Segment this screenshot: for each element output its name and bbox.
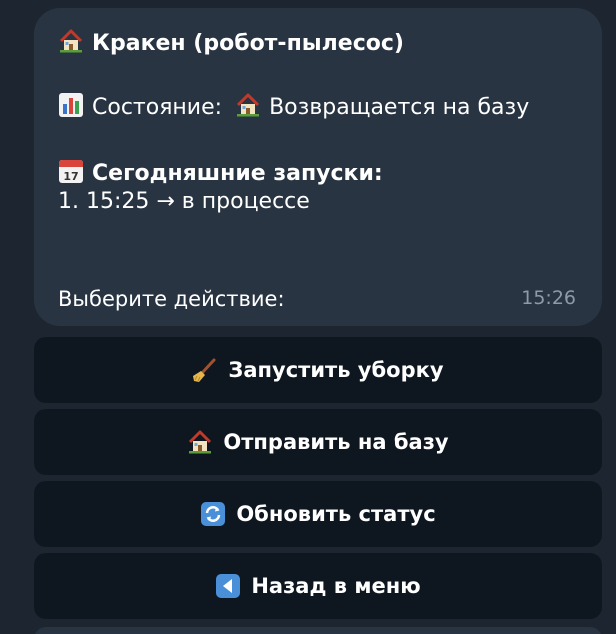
runs-heading-line: 17 Сегодняшние запуски: <box>58 158 383 188</box>
run-item: 1. 15:25 → в процессе <box>58 189 310 214</box>
refresh-status-label: Обновить статус <box>236 502 436 526</box>
runs-heading: Сегодняшние запуски: <box>92 161 383 186</box>
status-label: Состояние: <box>92 95 223 120</box>
message-title: Кракен (робот-пылесос) <box>92 31 404 56</box>
send-to-base-label: Отправить на базу <box>223 430 449 454</box>
bot-message-bubble: Кракен (робот-пылесос) Состояние: Возвра… <box>34 8 602 326</box>
start-cleaning-label: Запустить уборку <box>228 358 444 382</box>
calendar-icon: 17 <box>58 158 84 184</box>
bar-chart-icon <box>58 92 84 118</box>
send-to-base-button[interactable]: Отправить на базу <box>34 409 602 475</box>
back-to-menu-button[interactable]: Назад в меню <box>34 553 602 619</box>
chat-view: Кракен (робот-пылесос) Состояние: Возвра… <box>0 0 616 634</box>
broom-icon <box>192 357 218 383</box>
back-arrow-icon <box>215 573 241 599</box>
back-to-menu-label: Назад в меню <box>251 574 421 598</box>
svg-text:17: 17 <box>63 170 78 183</box>
status-value: Возвращается на базу <box>269 95 530 120</box>
house-icon <box>187 429 213 455</box>
message-title-line: Кракен (робот-пылесос) <box>58 28 404 58</box>
house-icon <box>235 92 261 118</box>
message-time: 15:26 <box>521 287 576 309</box>
status-line: Состояние: Возвращается на базу <box>58 92 529 122</box>
next-message-edge <box>34 627 602 634</box>
refresh-status-button[interactable]: Обновить статус <box>34 481 602 547</box>
start-cleaning-button[interactable]: Запустить уборку <box>34 337 602 403</box>
refresh-icon <box>200 501 226 527</box>
house-icon <box>58 28 84 54</box>
action-prompt: Выберите действие: <box>58 287 285 311</box>
